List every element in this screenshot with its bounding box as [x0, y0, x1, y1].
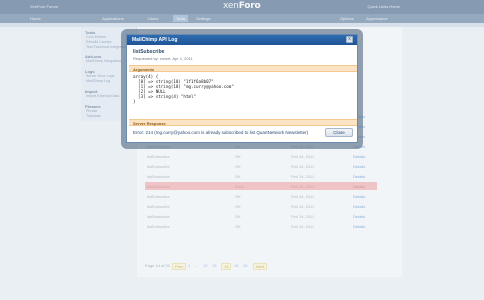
- requested-by: Requested by: robert, Apr 1, 2011: [133, 56, 193, 61]
- dialog-title: MailChimp API Log: [132, 37, 178, 43]
- dialog-header: MailChimp API Log x: [127, 35, 357, 45]
- close-button[interactable]: Close: [325, 128, 353, 137]
- response-text: Error: 214 (mg.curry@yahoo.com is alread…: [133, 130, 309, 135]
- api-log-dialog: MailChimp API Log x listSubscribe Reques…: [126, 34, 358, 143]
- close-icon[interactable]: x: [346, 36, 353, 43]
- arguments-label: Arguments: [133, 67, 155, 72]
- arguments-header: Arguments: [129, 65, 357, 72]
- response-label: Server Response: [133, 121, 166, 126]
- arguments-code: array(4) { [0] => string(10) "1f1f6a8b07…: [133, 74, 234, 104]
- api-action-name: listSubscribe: [133, 49, 165, 55]
- modal-frame: MailChimp API Log x listSubscribe Reques…: [121, 29, 363, 149]
- response-header: Server Response: [129, 119, 357, 126]
